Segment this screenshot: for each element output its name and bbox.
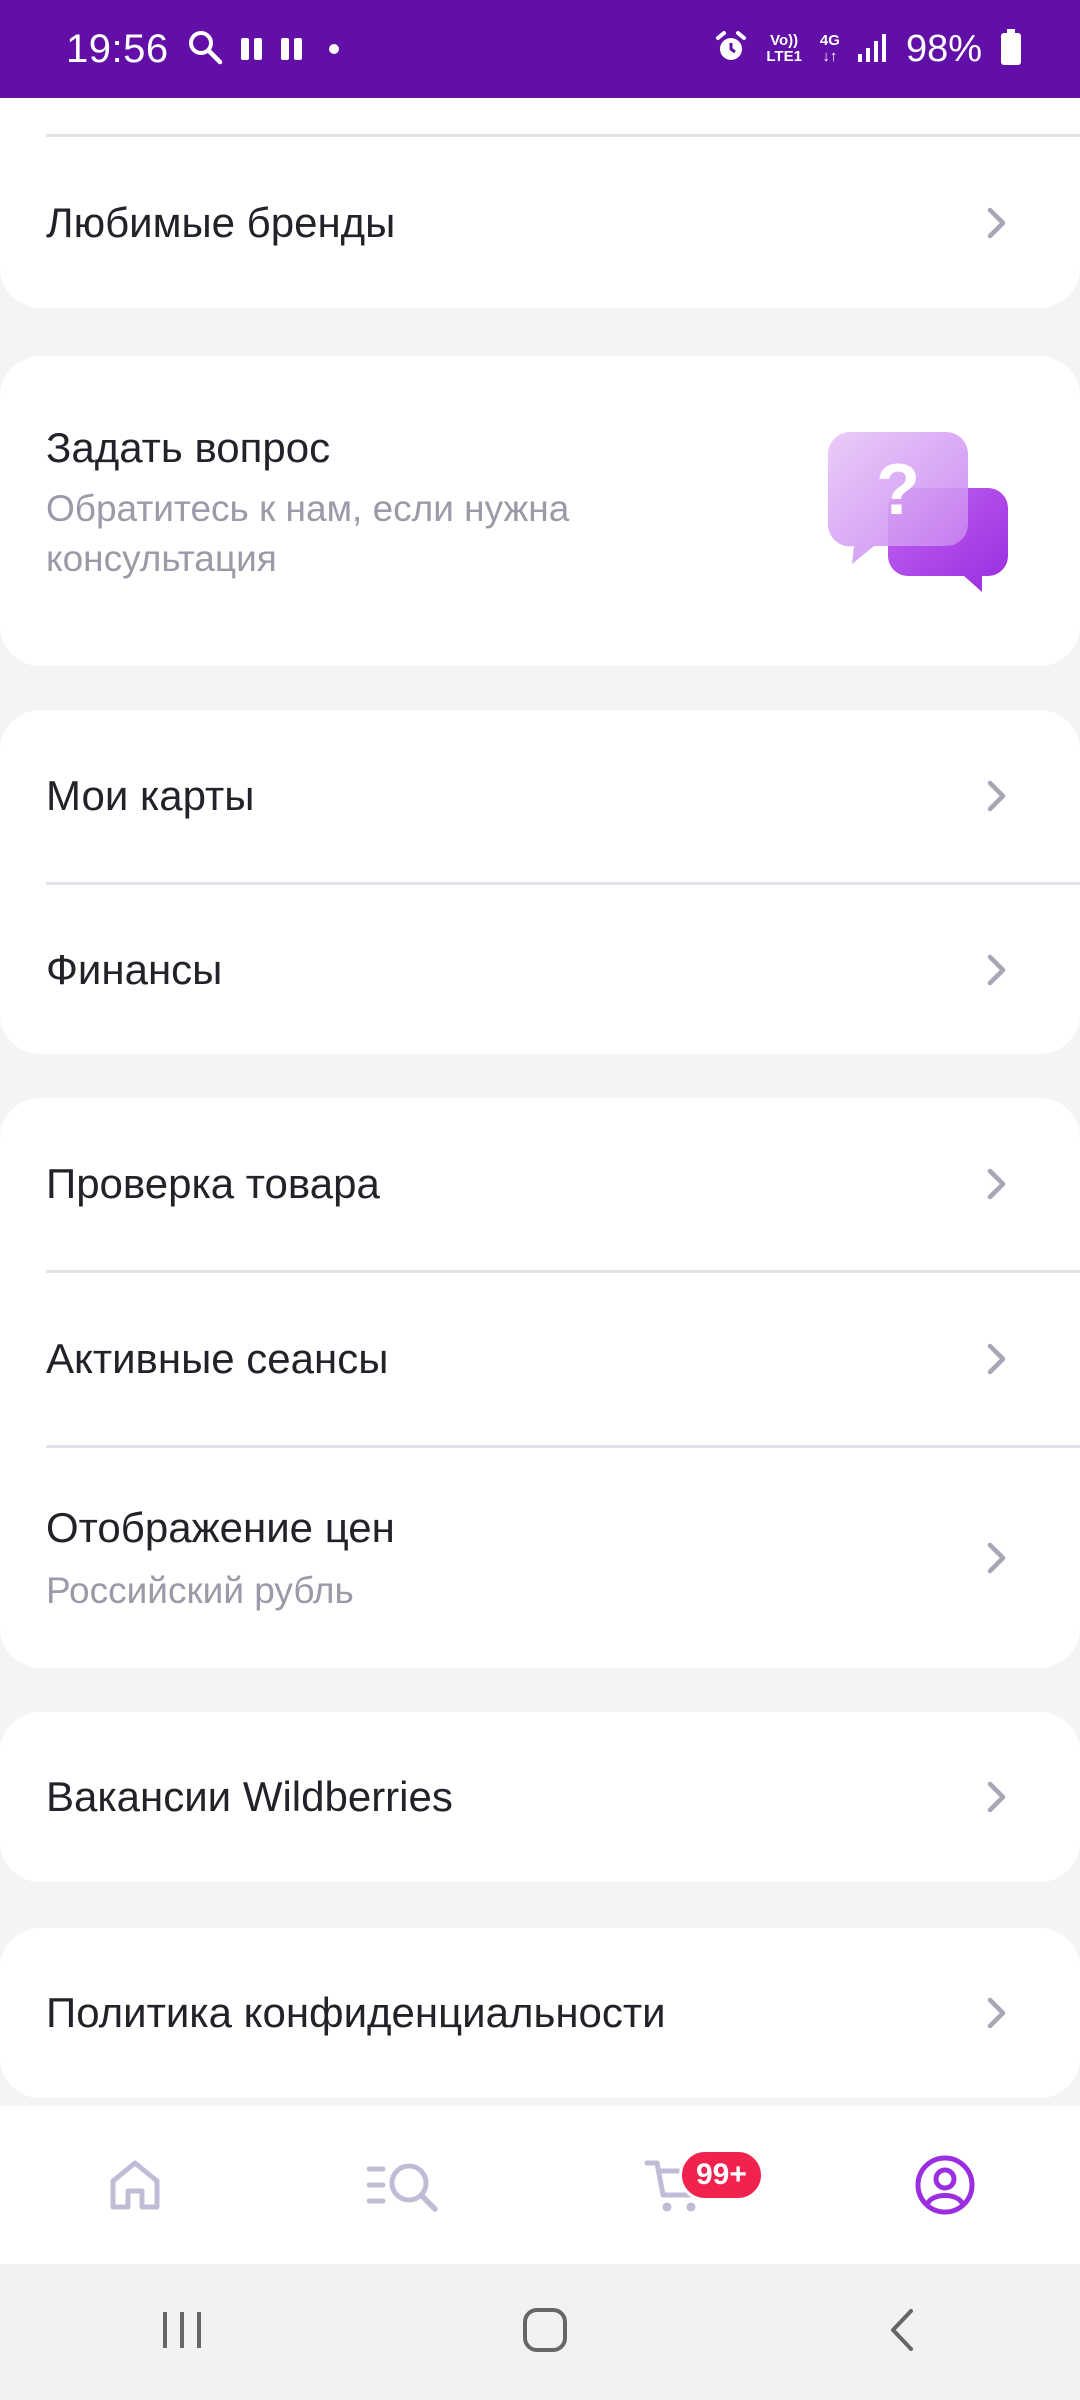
menu-item-vacancies[interactable]: Вакансии Wildberries — [0, 1712, 1080, 1882]
notification-dot-icon — [328, 44, 339, 54]
card-payments: Мои карты Финансы — [0, 710, 1080, 1054]
nav-profile[interactable] — [885, 2125, 1005, 2245]
menu-item-product-check[interactable]: Проверка товара — [0, 1098, 1080, 1270]
recent-apps-icon — [162, 2311, 201, 2348]
alarm-icon — [714, 30, 748, 69]
signal-icon — [857, 32, 888, 67]
recent-apps-button[interactable] — [157, 2308, 207, 2357]
profile-menu-scroll[interactable]: Любимые бренды Задать вопрос Обратитесь … — [0, 98, 1080, 2106]
back-icon — [891, 2308, 914, 2351]
nav-catalog-search[interactable] — [345, 2125, 465, 2245]
battery-icon — [1000, 28, 1022, 70]
profile-icon — [915, 2155, 975, 2215]
chevron-right-icon — [987, 1781, 1006, 1813]
status-left: 19:56 — [66, 27, 339, 72]
home-icon — [110, 2160, 160, 2210]
cart-count-badge: 99+ — [679, 2149, 764, 2201]
chevron-right-icon — [987, 1168, 1006, 1200]
price-display-text: Отображение цен Российский рубль — [46, 1504, 395, 1612]
pause-icon — [280, 38, 303, 60]
menu-item-label: Финансы — [46, 945, 223, 993]
card-ask-question[interactable]: Задать вопрос Обратитесь к нам, если нуж… — [0, 356, 1080, 666]
menu-item-price-display[interactable]: Отображение цен Российский рубль — [0, 1448, 1080, 1668]
nav-cart[interactable]: 99+ — [615, 2125, 764, 2245]
pause-icon — [240, 38, 263, 60]
svg-text:?: ? — [876, 450, 920, 530]
ask-question-text: Задать вопрос Обратитесь к нам, если нуж… — [46, 424, 569, 580]
battery-percent: 98% — [905, 27, 982, 70]
status-right: Vo)) LTE1 4G ↓↑ 98% — [714, 28, 1022, 71]
chevron-right-icon — [987, 1343, 1006, 1375]
chevron-right-icon — [987, 207, 1006, 239]
chevron-right-icon — [987, 780, 1006, 812]
volte-label: Vo)) — [770, 32, 799, 49]
data-arrows-icon: ↓↑ — [822, 48, 838, 65]
card-vacancies: Вакансии Wildberries — [0, 1712, 1080, 1882]
menu-item-label: Политика конфиденциальности — [46, 1989, 666, 2036]
catalog-search-icon — [367, 2163, 438, 2212]
bottom-navigation: 99+ — [0, 2106, 1080, 2264]
search-icon — [187, 29, 223, 70]
status-time: 19:56 — [66, 26, 169, 71]
ask-question-subtitle-line1: Обратитесь к нам, если нужна — [46, 488, 570, 529]
menu-item-favorite-brands[interactable]: Любимые бренды — [0, 137, 1080, 309]
menu-item-label: Любимые бренды — [46, 199, 396, 246]
card-privacy: Политика конфиденциальности — [0, 1928, 1080, 2098]
menu-item-my-cards[interactable]: Мои карты — [0, 710, 1080, 882]
menu-item-label: Проверка товара — [46, 1160, 380, 1207]
chevron-right-icon — [987, 1997, 1006, 2029]
menu-item-label: Мои карты — [46, 772, 255, 819]
card-brands: Любимые бренды — [0, 98, 1080, 308]
menu-item-label: Вакансии Wildberries — [46, 1773, 453, 1820]
ask-question-subtitle-line2: консультация — [46, 538, 277, 579]
system-navigation-bar — [0, 2264, 1080, 2400]
lte-label: LTE1 — [766, 48, 802, 65]
card-settings: Проверка товара Активные сеансы Отображе… — [0, 1098, 1080, 1668]
network-4g-indicator: 4G ↓↑ — [820, 33, 840, 65]
chevron-right-icon — [987, 1542, 1006, 1574]
menu-item-privacy-policy[interactable]: Политика конфиденциальности — [0, 1928, 1080, 2098]
menu-item-label: Активные сеансы — [46, 1335, 389, 1382]
home-button[interactable] — [520, 2305, 570, 2360]
status-bar: 19:56 Vo)) LTE1 4G ↓↑ 98% — [0, 0, 1080, 98]
menu-item-finances[interactable]: Финансы — [0, 885, 1080, 1054]
home-square-icon — [522, 2307, 567, 2352]
back-button[interactable] — [883, 2305, 923, 2360]
volte-indicator: Vo)) LTE1 — [766, 33, 802, 65]
chevron-right-icon — [987, 954, 1006, 985]
nav-home[interactable] — [75, 2125, 195, 2245]
price-display-value: Российский рубль — [46, 1570, 354, 1611]
network-4g-label: 4G — [819, 32, 840, 49]
menu-item-active-sessions[interactable]: Активные сеансы — [0, 1273, 1080, 1445]
ask-question-title: Задать вопрос — [46, 424, 331, 471]
chat-question-icon: ? — [828, 432, 1008, 592]
price-display-title: Отображение цен — [46, 1504, 395, 1551]
